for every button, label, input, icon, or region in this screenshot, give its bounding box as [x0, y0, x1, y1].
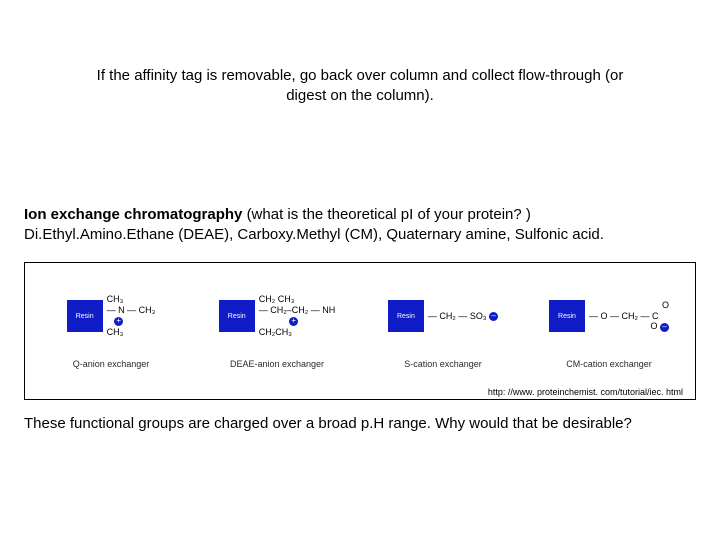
formula-q: CH₃ — N — CH₃ + CH₃	[107, 294, 156, 337]
plus-icon: +	[114, 317, 123, 326]
exchanger-s: Resin — CH₂ — SO₃ – S-cation exchanger	[365, 281, 521, 369]
exchanger-row: Resin CH₃ — N — CH₃ + CH₃ Q-anion exchan…	[33, 281, 687, 369]
iec-heading: Ion exchange chromatography	[24, 206, 242, 223]
minus-icon: –	[489, 312, 498, 321]
exchanger-diagram-box: Resin CH₃ — N — CH₃ + CH₃ Q-anion exchan…	[24, 262, 696, 400]
minus-icon: –	[660, 323, 669, 332]
deae-bot: CH₂CH₃	[259, 327, 292, 337]
exchanger-label-deae: DEAE-anion exchanger	[199, 359, 355, 369]
deae-top: CH₂ CH₃	[259, 294, 295, 304]
cm-mid: — O — CH₂ — C	[589, 311, 659, 321]
slide: If the affinity tag is removable, go bac…	[0, 0, 720, 540]
q-top: CH₃	[107, 294, 124, 304]
q-mid: — N — CH₃	[107, 305, 156, 315]
exchanger-label-cm: CM-cation exchanger	[531, 359, 687, 369]
source-url: http: //www. proteinchemist. com/tutoria…	[33, 387, 687, 397]
resin-box: Resin	[549, 300, 585, 332]
formula-deae: CH₂ CH₃ — CH₂–CH₂ — NH + CH₂CH₃	[259, 294, 336, 337]
iec-parenthetical: (what is the theoretical pI of your prot…	[247, 206, 531, 223]
exchanger-label-q: Q-anion exchanger	[33, 359, 189, 369]
q-bot: CH₃	[107, 327, 124, 337]
footer-text: These functional groups are charged over…	[24, 414, 696, 434]
exchanger-label-s: S-cation exchanger	[365, 359, 521, 369]
structure-q: Resin CH₃ — N — CH₃ + CH₃	[33, 281, 189, 351]
structure-cm: Resin O — O — CH₂ — C O –	[531, 281, 687, 351]
resin-box: Resin	[388, 300, 424, 332]
structure-s: Resin — CH₂ — SO₃ –	[365, 281, 521, 351]
iec-examples: Di.Ethyl.Amino.Ethane (DEAE), Carboxy.Me…	[24, 226, 604, 243]
resin-box: Resin	[67, 300, 103, 332]
structure-deae: Resin CH₂ CH₃ — CH₂–CH₂ — NH + CH₂CH₃	[199, 281, 355, 351]
resin-box: Resin	[219, 300, 255, 332]
formula-s: — CH₂ — SO₃ –	[428, 311, 498, 322]
cm-top: O	[589, 300, 669, 311]
cm-bot: O	[650, 321, 657, 331]
exchanger-cm: Resin O — O — CH₂ — C O – CM-cation exch…	[531, 281, 687, 369]
intro-text: If the affinity tag is removable, go bac…	[84, 66, 636, 105]
s-mid: — CH₂ — SO₃	[428, 311, 487, 321]
exchanger-deae: Resin CH₂ CH₃ — CH₂–CH₂ — NH + CH₂CH₃ DE…	[199, 281, 355, 369]
exchanger-q: Resin CH₃ — N — CH₃ + CH₃ Q-anion exchan…	[33, 281, 189, 369]
plus-icon: +	[289, 317, 298, 326]
formula-cm: O — O — CH₂ — C O –	[589, 300, 669, 332]
deae-mid: — CH₂–CH₂ — NH	[259, 305, 336, 315]
iec-section: Ion exchange chromatography (what is the…	[24, 205, 696, 244]
